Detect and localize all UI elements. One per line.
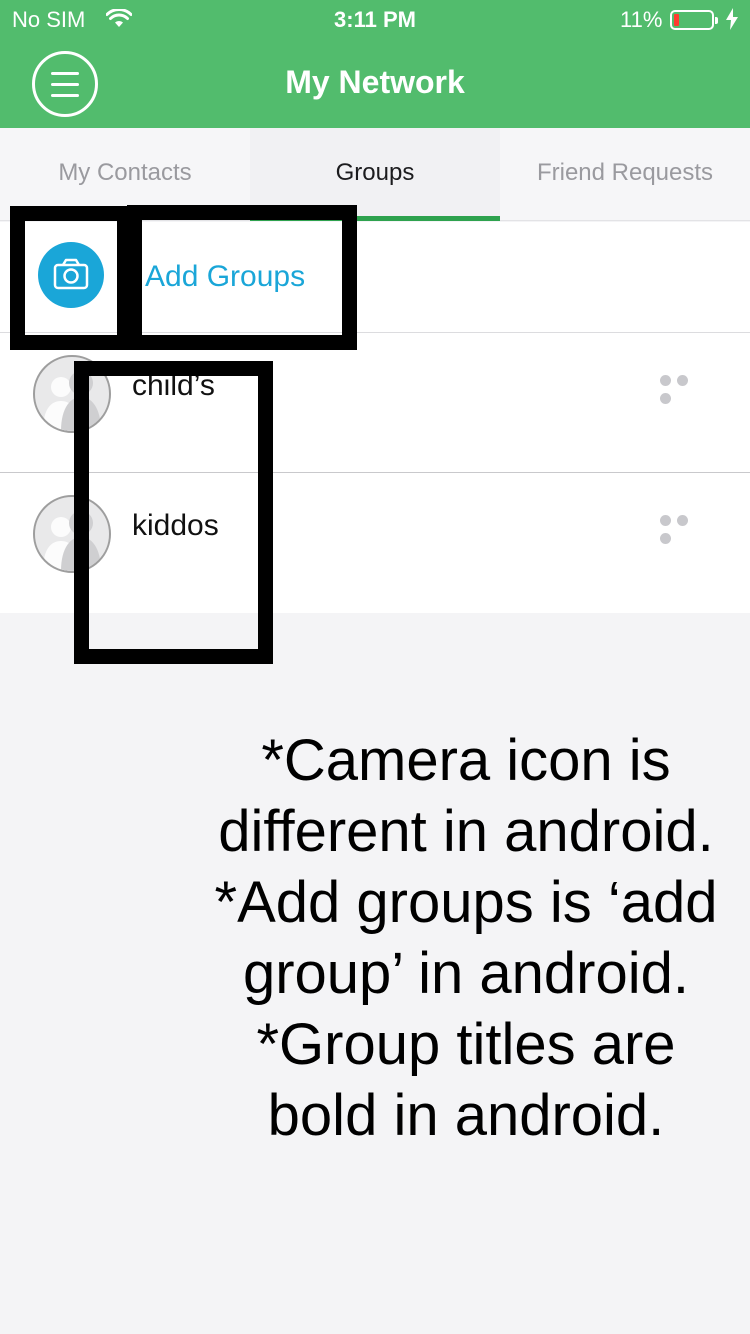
note-line: *Camera icon is different in android. xyxy=(218,728,714,864)
annotation-box-camera xyxy=(10,206,132,350)
status-bar: No SIM 3:11 PM 11% xyxy=(0,0,750,40)
note-line: *Add groups is ‘add group’ in android. xyxy=(214,870,718,1006)
annotation-note: *Camera icon is different in android. *A… xyxy=(210,725,722,1151)
page-title: My Network xyxy=(285,64,465,100)
annotation-box-group-titles xyxy=(74,361,273,664)
charging-bolt-icon xyxy=(726,8,738,30)
tab-friend-requests[interactable]: Friend Requests xyxy=(500,128,750,220)
battery-percent: 11% xyxy=(620,7,663,32)
annotation-box-add-groups xyxy=(127,205,357,350)
more-options-icon[interactable] xyxy=(660,513,710,544)
more-options-icon[interactable] xyxy=(660,373,710,404)
note-line: *Group titles are bold in android. xyxy=(256,1012,676,1148)
battery-low-icon xyxy=(670,10,718,30)
app-header: No SIM 3:11 PM 11% My Network xyxy=(0,0,750,128)
